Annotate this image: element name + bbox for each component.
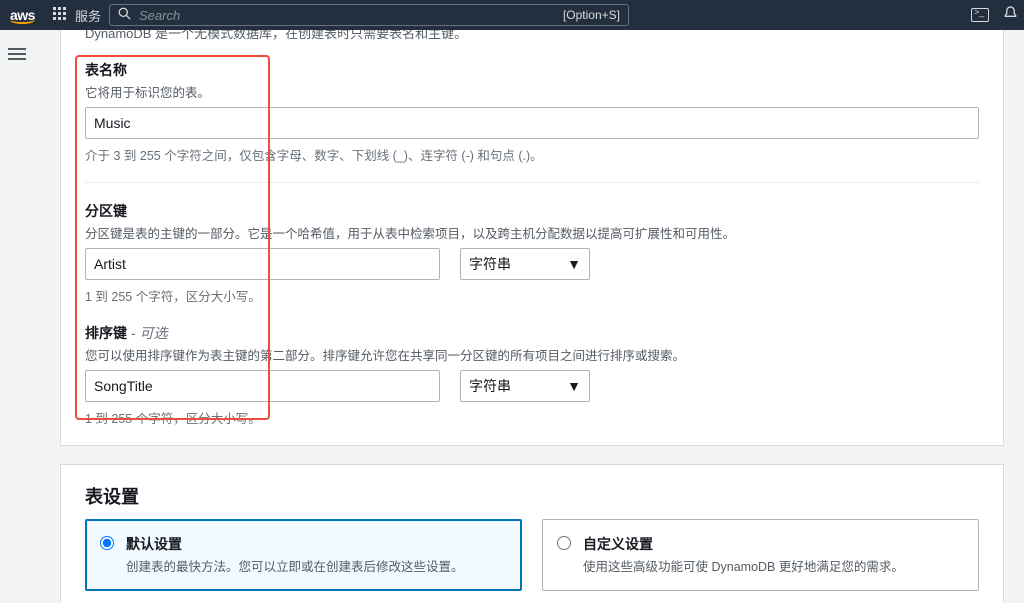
table-name-hint: 介于 3 到 255 个字符之间，仅包含字母、数字、下划线 (_)、连字符 (-… bbox=[85, 145, 979, 164]
table-details-panel: DynamoDB 是一个无模式数据库，在创建表时只需要表名和主键。 表名称 它将… bbox=[60, 30, 1004, 446]
cloudshell-icon[interactable] bbox=[971, 8, 989, 22]
sort-key-hint: 1 到 255 个字符，区分大小写。 bbox=[85, 408, 979, 427]
custom-settings-radio[interactable] bbox=[557, 536, 571, 550]
default-settings-desc: 创建表的最快方法。您可以立即或在创建表后修改这些设置。 bbox=[126, 556, 507, 575]
search-icon bbox=[118, 7, 131, 23]
custom-settings-tile[interactable]: 自定义设置 使用这些高级功能可使 DynamoDB 更好地满足您的需求。 bbox=[542, 519, 979, 591]
table-name-label: 表名称 bbox=[85, 60, 979, 80]
table-name-field: 表名称 它将用于标识您的表。 介于 3 到 255 个字符之间，仅包含字母、数字… bbox=[85, 42, 979, 164]
custom-settings-title: 自定义设置 bbox=[583, 534, 964, 554]
table-settings-panel: 表设置 默认设置 创建表的最快方法。您可以立即或在创建表后修改这些设置。 自定义… bbox=[60, 464, 1004, 603]
search-shortcut: [Option+S] bbox=[563, 8, 620, 22]
search-box[interactable]: Search [Option+S] bbox=[109, 4, 629, 26]
side-nav-toggle[interactable] bbox=[8, 45, 26, 63]
sort-key-field: 排序键 - 可选 您可以使用排序键作为表主键的第二部分。排序键允许您在共享同一分… bbox=[85, 305, 979, 427]
custom-settings-desc: 使用这些高级功能可使 DynamoDB 更好地满足您的需求。 bbox=[583, 556, 964, 575]
default-settings-title: 默认设置 bbox=[126, 534, 507, 554]
aws-logo[interactable]: aws bbox=[0, 7, 45, 24]
apps-grid-icon[interactable] bbox=[45, 7, 75, 24]
sort-key-desc: 您可以使用排序键作为表主键的第二部分。排序键允许您在共享同一分区键的所有项目之间… bbox=[85, 345, 979, 364]
partition-key-input[interactable] bbox=[85, 248, 440, 280]
sort-key-label: 排序键 - 可选 bbox=[85, 323, 979, 343]
default-settings-radio[interactable] bbox=[100, 536, 114, 550]
partition-key-type-select[interactable]: 字符串 ▼ bbox=[460, 248, 590, 280]
partition-key-desc: 分区键是表的主键的一部分。它是一个哈希值，用于从表中检索项目，以及跨主机分配数据… bbox=[85, 223, 979, 242]
partition-key-label: 分区键 bbox=[85, 201, 979, 221]
search-placeholder: Search bbox=[139, 8, 563, 23]
notifications-icon[interactable] bbox=[1003, 6, 1018, 25]
table-settings-heading: 表设置 bbox=[61, 465, 1003, 519]
default-settings-tile[interactable]: 默认设置 创建表的最快方法。您可以立即或在创建表后修改这些设置。 bbox=[85, 519, 522, 591]
chevron-down-icon: ▼ bbox=[567, 378, 581, 394]
top-nav: aws 服务 Search [Option+S] bbox=[0, 0, 1024, 30]
table-name-input[interactable] bbox=[85, 107, 979, 139]
services-menu[interactable]: 服务 bbox=[75, 6, 109, 25]
sort-key-type-select[interactable]: 字符串 ▼ bbox=[460, 370, 590, 402]
partition-key-hint: 1 到 255 个字符，区分大小写。 bbox=[85, 286, 979, 305]
sort-key-input[interactable] bbox=[85, 370, 440, 402]
intro-text: DynamoDB 是一个无模式数据库，在创建表时只需要表名和主键。 bbox=[61, 30, 1003, 42]
table-name-desc: 它将用于标识您的表。 bbox=[85, 82, 979, 101]
chevron-down-icon: ▼ bbox=[567, 256, 581, 272]
partition-key-field: 分区键 分区键是表的主键的一部分。它是一个哈希值，用于从表中检索项目，以及跨主机… bbox=[85, 183, 979, 305]
